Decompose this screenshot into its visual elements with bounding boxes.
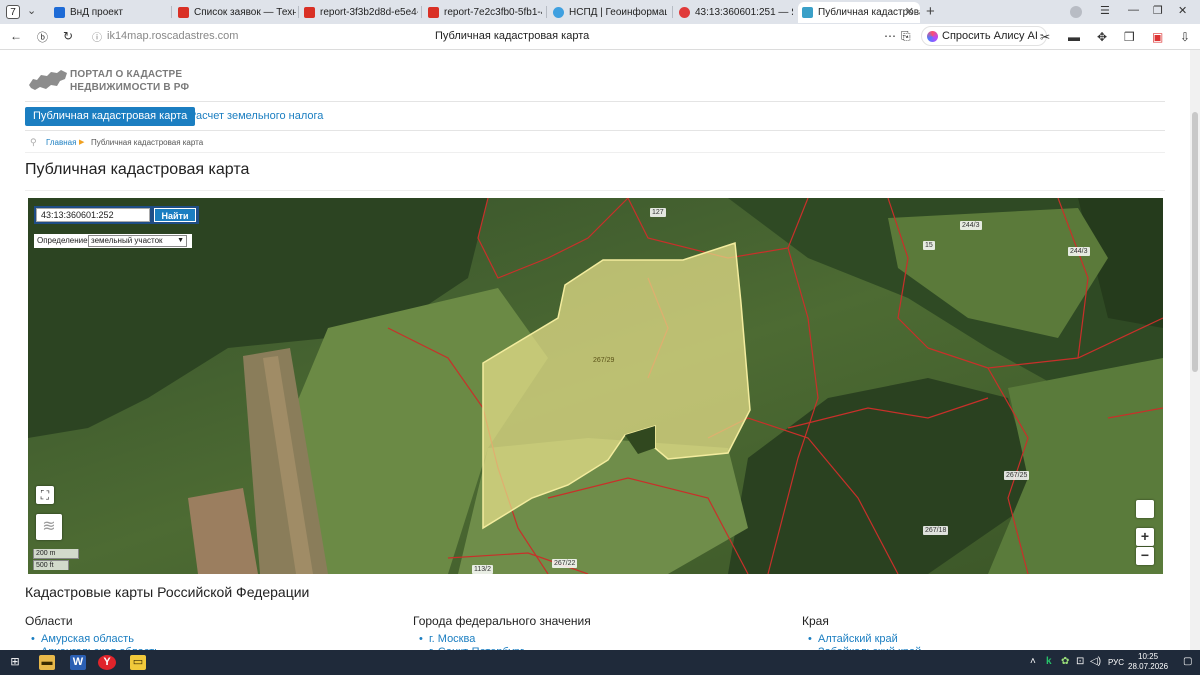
- tab-cadastral-map-active[interactable]: Публичная кадастрова ✕: [798, 2, 920, 23]
- tab-count-badge[interactable]: 7: [6, 5, 20, 19]
- satellite-imagery: [28, 198, 1163, 574]
- profile-avatar-icon[interactable]: [1070, 6, 1082, 18]
- tab-report-1[interactable]: report-3f3b2d8d-e5e4-4a: [300, 2, 418, 23]
- tab-vnd-project[interactable]: ВнД проект: [50, 2, 168, 23]
- chevron-down-icon: ▼: [177, 237, 184, 244]
- bookmark-icon[interactable]: ⎘: [901, 29, 911, 44]
- map-pin-icon: [802, 7, 813, 18]
- plot-label[interactable]: 244/3: [1068, 247, 1090, 256]
- definition-control: Определение: земельный участок ▼: [34, 234, 192, 248]
- tray-expand-icon[interactable]: ˄: [1030, 656, 1036, 667]
- site-info-icon[interactable]: ⓘ: [92, 29, 102, 44]
- folder-icon[interactable]: ▭: [130, 655, 146, 670]
- yandex-icon: [679, 7, 690, 18]
- new-tab-plus-icon[interactable]: +: [926, 3, 935, 20]
- ask-alice-button[interactable]: Спросить Алису AI: [921, 26, 1047, 46]
- pdf-icon: [304, 7, 315, 18]
- tab-gmail-requests[interactable]: Список заявок — ТехноКа: [174, 2, 296, 23]
- definition-select[interactable]: земельный участок ▼: [88, 235, 187, 247]
- volume-icon[interactable]: ◁): [1090, 656, 1101, 667]
- plot-label[interactable]: 267/18: [923, 526, 949, 535]
- wechat-icon[interactable]: ✿: [1061, 656, 1069, 667]
- site-logo-text[interactable]: ПОРТАЛ О КАДАСТРЕ НЕДВИЖИМОСТИ В РФ: [70, 68, 189, 94]
- plot-label[interactable]: 127: [650, 208, 666, 217]
- word-icon[interactable]: W: [70, 655, 86, 670]
- collections-icon[interactable]: ❒: [1124, 30, 1135, 44]
- locate-button[interactable]: [1136, 500, 1154, 518]
- briefcase-icon: [54, 7, 65, 18]
- address-page-title: Публичная кадастровая карта: [435, 30, 590, 42]
- zoom-in-button[interactable]: +: [1136, 528, 1154, 546]
- more-dots-icon[interactable]: ⋯: [884, 29, 896, 43]
- layers-icon[interactable]: ≋: [36, 514, 62, 540]
- nspd-icon: [553, 7, 564, 18]
- page-scrollbar[interactable]: [1190, 50, 1200, 650]
- extension-tools-icon[interactable]: ✂: [1040, 30, 1050, 44]
- alice-icon: [927, 31, 938, 42]
- restore-icon[interactable]: ❐: [1153, 4, 1163, 17]
- yandex-home-icon[interactable]: ⓑ: [37, 29, 48, 45]
- city-link[interactable]: г. Москва: [419, 633, 475, 645]
- tab-report-2[interactable]: report-7e2c3fb0-5fb1-421: [424, 2, 542, 23]
- yandex-browser-icon[interactable]: Y: [98, 655, 116, 670]
- file-explorer-icon[interactable]: ▬: [39, 655, 55, 670]
- extensions-puzzle-icon[interactable]: ✥: [1097, 30, 1107, 44]
- notifications-icon[interactable]: ▢: [1183, 656, 1192, 667]
- close-window-icon[interactable]: ✕: [1178, 4, 1187, 17]
- breadcrumb-current: Публичная кадастровая карта: [91, 138, 204, 147]
- tab-list-chevron-icon[interactable]: ⌄: [27, 4, 36, 17]
- url-field[interactable]: ik14map.roscadastres.com: [107, 30, 238, 42]
- oblasts-heading: Области: [25, 614, 73, 628]
- plot-label[interactable]: 113/2: [472, 565, 493, 574]
- language-indicator[interactable]: РУС: [1108, 658, 1124, 667]
- regions-heading: Кадастровые карты Российской Федерации: [25, 584, 310, 600]
- nav-cadastral-map-tab[interactable]: Публичная кадастровая карта: [25, 107, 196, 126]
- region-link[interactable]: Амурская область: [31, 633, 134, 645]
- plot-label[interactable]: 267/22: [552, 559, 578, 568]
- windows-start-icon[interactable]: ⊞: [9, 655, 21, 670]
- menu-icon[interactable]: ☰: [1100, 4, 1110, 17]
- location-pin-icon: ⚲: [30, 137, 37, 147]
- address-bar: ← ⓑ ↻ ⓘ ik14map.roscadastres.com Публичн…: [0, 24, 1200, 50]
- minimize-icon[interactable]: —: [1128, 4, 1139, 16]
- page-title: Публичная кадастровая карта: [25, 161, 250, 178]
- scrollbar-thumb[interactable]: [1192, 112, 1198, 372]
- extension-hat-icon[interactable]: ▬: [1068, 30, 1080, 44]
- fullscreen-icon[interactable]: ⛶: [36, 486, 54, 504]
- back-arrow-icon[interactable]: ←: [10, 29, 22, 43]
- kaspersky-icon[interactable]: k: [1046, 656, 1052, 667]
- pdf-icon: [428, 7, 439, 18]
- downloads-icon[interactable]: ⇩: [1180, 30, 1190, 44]
- plot-label[interactable]: 15: [923, 241, 935, 250]
- plot-label[interactable]: 244/3: [960, 221, 982, 230]
- search-button[interactable]: Найти: [154, 208, 196, 222]
- russia-map-logo-icon[interactable]: [27, 67, 69, 93]
- breadcrumb-arrow-icon: ▶: [79, 139, 85, 146]
- krai-link[interactable]: Алтайский край: [808, 633, 898, 645]
- gmail-icon: [178, 7, 189, 18]
- breadcrumb-home-link[interactable]: Главная: [46, 138, 76, 147]
- clock[interactable]: 10:25 28.07.2026: [1128, 652, 1168, 672]
- plot-label[interactable]: 267/25: [1004, 471, 1030, 480]
- nav-land-tax-link[interactable]: Расчет земельного налога: [189, 107, 323, 126]
- tab-yandex-search[interactable]: 43:13:360601:251 — Яндекс: [675, 2, 793, 23]
- plot-label-selected[interactable]: 267/29: [591, 356, 616, 365]
- network-icon[interactable]: ⊡: [1076, 656, 1084, 667]
- reload-icon[interactable]: ↻: [63, 29, 73, 43]
- cadastral-map[interactable]: Найти Определение: земельный участок ▼ 1…: [28, 198, 1163, 574]
- windows-taskbar: ⊞ ▬ W Y ▭ ˄ k ✿ ⊡ ◁) РУС 10:25 28.07.202…: [0, 650, 1200, 675]
- pdf-extension-icon[interactable]: ▣: [1152, 30, 1163, 44]
- krais-heading: Края: [802, 614, 829, 628]
- zoom-out-button[interactable]: −: [1136, 547, 1154, 565]
- cadastral-number-input[interactable]: [36, 208, 150, 222]
- scale-bar-feet: 500 ft: [33, 560, 69, 570]
- federal-cities-heading: Города федерального значения: [413, 614, 591, 628]
- cadastral-search-box: Найти: [34, 206, 199, 224]
- scale-bar-meters: 200 m: [33, 549, 79, 559]
- close-tab-icon[interactable]: ✕: [905, 2, 914, 23]
- tab-nspd[interactable]: НСПД | Геоинформацио: [549, 2, 667, 23]
- browser-tab-bar: 7 ⌄ ВнД проект Список заявок — ТехноКа r…: [0, 0, 1200, 24]
